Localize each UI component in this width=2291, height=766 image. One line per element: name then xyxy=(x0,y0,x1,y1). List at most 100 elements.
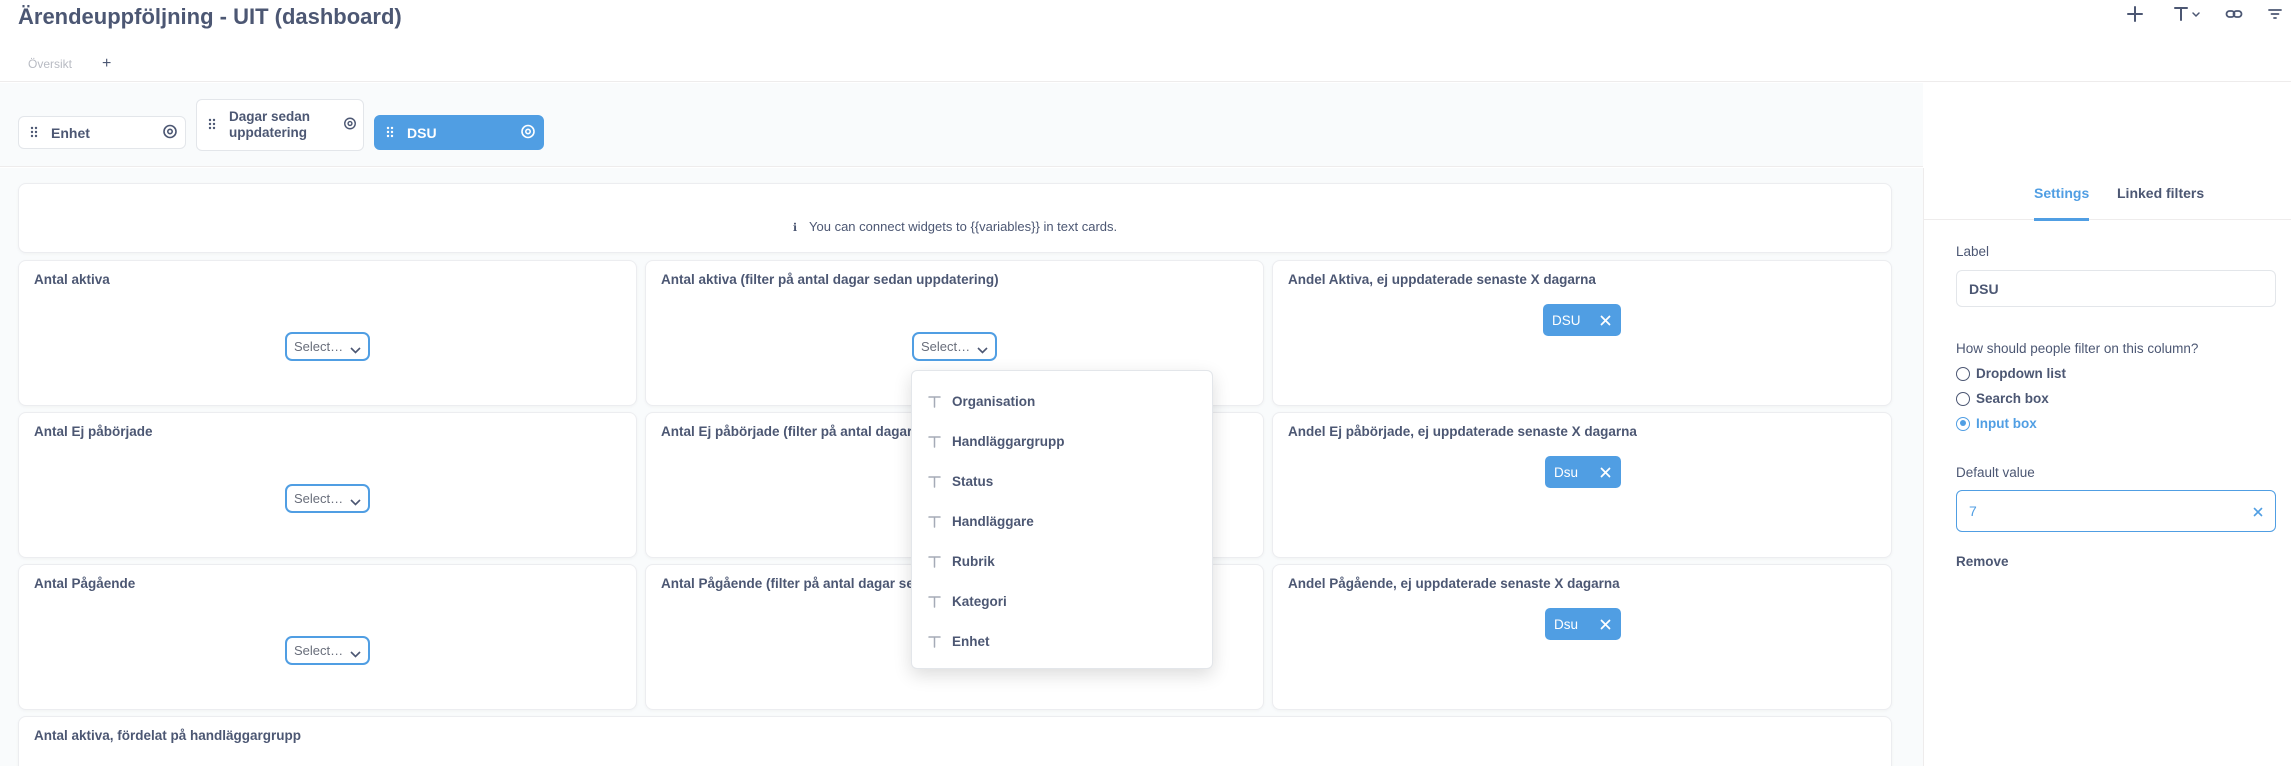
dropdown-item-handlaggare[interactable]: Handläggare xyxy=(912,501,1212,541)
dashboard-title: Ärendeuppföljning - UIT (dashboard) xyxy=(18,4,402,29)
filter-settings-sidebar: Settings Linked filters Label DSU How sh… xyxy=(1923,168,2291,766)
default-value-text: 7 xyxy=(1969,503,1977,519)
text-field-icon xyxy=(928,395,941,408)
chevron-down-icon xyxy=(350,342,361,357)
gear-icon[interactable] xyxy=(343,117,357,134)
dropdown-item-label: Status xyxy=(952,473,994,489)
card-title: Antal aktiva, fördelat på handläggargrup… xyxy=(34,728,302,743)
close-icon[interactable] xyxy=(1600,314,1611,329)
select-dropdown[interactable]: Select… xyxy=(285,332,370,361)
radio-button[interactable] xyxy=(1956,366,1970,381)
clear-icon[interactable] xyxy=(2253,504,2263,520)
default-value-heading: Default value xyxy=(1956,465,2035,480)
remove-filter-link[interactable]: Remove xyxy=(1956,554,2009,569)
card-andel-ej-paborjade: Andel Ej påbörjade, ej uppdaterade senas… xyxy=(1272,412,1892,558)
select-dropdown[interactable]: Select… xyxy=(285,484,370,513)
filter-chip-dagar-sedan-uppdatering[interactable]: Dagar sedan uppdatering xyxy=(196,99,364,151)
card-title: Antal aktiva (filter på antal dagar seda… xyxy=(661,272,999,287)
default-value-input[interactable]: 7 xyxy=(1956,490,2276,532)
card-antal-aktiva: Antal aktiva Select… xyxy=(18,260,637,406)
dashboard-header: Ärendeuppföljning - UIT (dashboard) Över… xyxy=(0,0,2291,82)
link-icon[interactable] xyxy=(2222,2,2246,26)
filter-chip-enhet[interactable]: Enhet xyxy=(18,116,186,149)
pill-label: DSU xyxy=(1552,312,1581,328)
radio-button[interactable] xyxy=(1956,391,1970,406)
tab-oversikt[interactable]: Översikt xyxy=(28,57,72,71)
text-field-icon xyxy=(928,515,941,528)
dropdown-item-label: Kategori xyxy=(952,593,1007,609)
select-dropdown[interactable]: Select… xyxy=(285,636,370,665)
dropdown-item-label: Handläggargrupp xyxy=(952,433,1065,449)
card-andel-pagaende: Andel Pågående, ej uppdaterade senaste X… xyxy=(1272,564,1892,710)
card-title: Andel Aktiva, ej uppdaterade senaste X d… xyxy=(1288,272,1596,287)
select-placeholder: Select… xyxy=(294,643,344,658)
radio-search-box[interactable]: Search box xyxy=(1956,391,2049,406)
filter-chip-label: Enhet xyxy=(51,124,90,141)
pill-label: Dsu xyxy=(1554,464,1579,480)
dropdown-item-handlaggargrupp[interactable]: Handläggargrupp xyxy=(912,421,1212,461)
filter-chip-label: Dagar sedan uppdatering xyxy=(229,109,311,140)
plus-icon[interactable] xyxy=(2123,2,2147,26)
card-title: Antal Pågående xyxy=(34,576,136,591)
card-andel-aktiva: Andel Aktiva, ej uppdaterade senaste X d… xyxy=(1272,260,1892,406)
select-placeholder: Select… xyxy=(294,339,344,354)
select-dropdown[interactable]: Select… xyxy=(912,332,997,361)
text-field-icon xyxy=(928,435,941,448)
chevron-down-icon xyxy=(350,494,361,509)
filter-chip-dsu[interactable]: DSU xyxy=(374,115,544,150)
dropdown-item-label: Rubrik xyxy=(952,553,995,569)
dropdown-item-status[interactable]: Status xyxy=(912,461,1212,501)
radio-label: Input box xyxy=(1976,416,2037,431)
close-icon[interactable] xyxy=(1600,618,1611,633)
filter-bar: Enhet Dagar sedan uppdatering DSU xyxy=(0,83,1923,167)
drag-handle-icon[interactable] xyxy=(30,125,38,141)
info-text: ℹ You can connect widgets to {{variables}… xyxy=(19,219,1891,234)
close-icon[interactable] xyxy=(1600,466,1611,481)
card-title: Antal Ej påbörjade (filter på antal daga… xyxy=(661,424,924,439)
drag-handle-icon[interactable] xyxy=(208,117,216,133)
info-text-card: ℹ You can connect widgets to {{variables}… xyxy=(18,183,1892,253)
parameter-pill[interactable]: Dsu xyxy=(1545,456,1621,488)
text-field-icon xyxy=(928,595,941,608)
dropdown-item-kategori[interactable]: Kategori xyxy=(912,581,1212,621)
card-antal-ej-paborjade: Antal Ej påbörjade Select… xyxy=(18,412,637,558)
tab-linked-filters[interactable]: Linked filters xyxy=(2117,185,2204,201)
chevron-down-icon xyxy=(977,342,988,357)
text-field-icon xyxy=(928,635,941,648)
filter-type-question: How should people filter on this column? xyxy=(1956,341,2199,356)
parameter-pill[interactable]: Dsu xyxy=(1545,608,1621,640)
card-antal-pagaende: Antal Pågående Select… xyxy=(18,564,637,710)
tab-settings[interactable]: Settings xyxy=(2034,185,2090,221)
label-input[interactable]: DSU xyxy=(1956,270,2276,307)
chevron-down-icon xyxy=(350,646,361,661)
gear-icon[interactable] xyxy=(520,123,536,142)
text-field-icon xyxy=(928,475,941,488)
radio-button[interactable] xyxy=(1956,416,1970,431)
dropdown-item-label: Enhet xyxy=(952,633,990,649)
text-format-icon[interactable] xyxy=(2172,2,2204,26)
filter-chip-label: DSU xyxy=(407,124,437,141)
card-title: Andel Ej påbörjade, ej uppdaterade senas… xyxy=(1288,424,1637,439)
sidebar-tabs: Settings Linked filters xyxy=(1924,168,2291,221)
radio-dropdown-list[interactable]: Dropdown list xyxy=(1956,366,2066,381)
info-message: You can connect widgets to {{variables}}… xyxy=(809,219,1118,234)
card-title: Antal aktiva xyxy=(34,272,110,287)
dropdown-item-enhet[interactable]: Enhet xyxy=(912,621,1212,661)
card-antal-aktiva-handlaggargrupp: Antal aktiva, fördelat på handläggargrup… xyxy=(18,716,1892,766)
add-tab-button[interactable]: + xyxy=(102,56,111,72)
dashboard-tabs: Översikt + xyxy=(28,56,111,72)
gear-icon[interactable] xyxy=(162,123,178,142)
drag-handle-icon[interactable] xyxy=(386,125,394,141)
card-title: Andel Pågående, ej uppdaterade senaste X… xyxy=(1288,576,1620,591)
info-icon: ℹ xyxy=(792,222,798,234)
filter-icon[interactable] xyxy=(2263,2,2287,26)
dropdown-item-rubrik[interactable]: Rubrik xyxy=(912,541,1212,581)
pill-label: Dsu xyxy=(1554,616,1579,632)
card-title: Antal Ej påbörjade xyxy=(34,424,153,439)
label-input-value: DSU xyxy=(1969,280,1999,297)
select-placeholder: Select… xyxy=(294,491,344,506)
radio-input-box[interactable]: Input box xyxy=(1956,416,2037,431)
parameter-pill[interactable]: DSU xyxy=(1543,304,1621,336)
dropdown-item-organisation[interactable]: Organisation xyxy=(912,381,1212,421)
dropdown-item-label: Organisation xyxy=(952,393,1036,409)
